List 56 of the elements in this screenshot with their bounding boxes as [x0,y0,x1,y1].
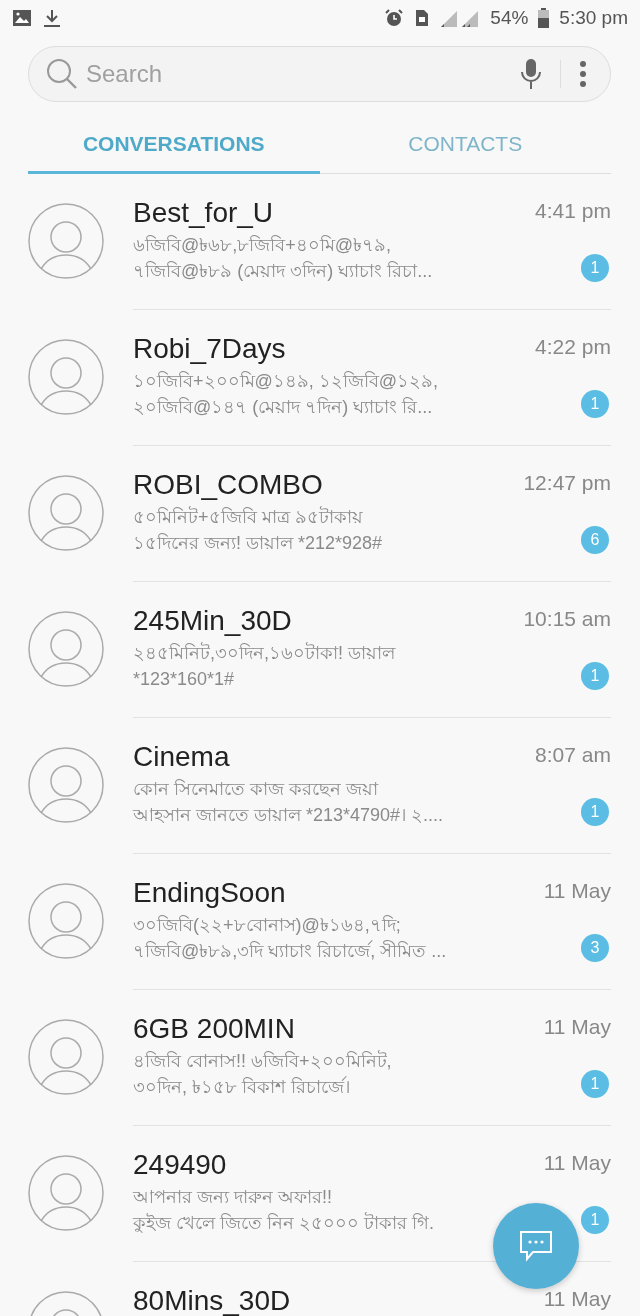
unread-count: 1 [581,1206,609,1234]
image-icon [12,9,32,27]
message-time: 11 May [543,878,611,904]
microphone-icon[interactable] [520,58,542,90]
contact-name: 6GB 200MIN [133,1012,296,1046]
unread-count: 1 [581,798,609,826]
tab[interactable]: CONTACTS [319,116,611,174]
contact-name: Robi_7Days [133,332,287,366]
unread-count: 6 [581,526,609,554]
unread-count: 1 [581,1070,609,1098]
battery-percentage: 54% [490,7,529,29]
message-preview: ৫০মিনিট+৫জিবি মাত্র ৯৫টাকায় ১৫দিনের জন্য! ডায়াল *212*928# [133,505,384,555]
message-preview: ৬জিবি@৳৬৮,৮জিবি+৪০মি@৳৭৯, ৭জিবি@৳৮৯ (মেয়াদ ৩দিন) ঘ্যাচাং রিচা... [133,234,434,283]
unread-count: 1 [581,662,609,690]
battery-icon [538,8,550,28]
contact-name: 245Min_30D [133,604,293,638]
message-time: 10:15 am [523,606,611,632]
contact-name: EndingSoon [133,876,287,910]
message-preview: আপনার জন্য দারুন অফার!! কুইজ খেলে জিতে নিন ২৫০০০ টাকার গি. [133,1186,435,1235]
sim-card-icon [414,8,431,28]
contact-name: 80Mins_30D [133,1284,292,1316]
tab[interactable]: CONVERSATIONS [28,116,320,174]
avatar-icon [28,1155,104,1231]
message-preview: ৩০জিবি(২২+৮বোনাস)@৳১৬৪,৭দি; ৭জিবি@৳৮৯,৩দি ঘ্যাচাং রিচার্জে, সীমিত ... [133,914,448,963]
contact-name: 249490 [133,1148,228,1182]
message-time: 8:07 am [535,742,611,768]
avatar-icon [28,1019,104,1095]
search-icon [46,58,78,90]
message-time: 11 May [543,1286,611,1312]
avatar-icon [28,747,104,823]
contact-name: Best_for_U [133,196,275,230]
unread-count: 3 [581,934,609,962]
more-options-icon[interactable] [579,60,587,88]
contact-name: ROBI_COMBO [133,468,324,502]
chat-bubble-icon [519,1229,553,1263]
message-preview: কোন সিনেমাতে কাজ করছেন জয়া আহসান জানতে ডায়াল *213*4790#। ২.... [133,778,445,827]
message-time: 4:41 pm [535,198,611,224]
avatar-icon [28,475,104,551]
download-icon [42,8,62,28]
avatar-icon [28,203,104,279]
search-field[interactable]: Search [28,46,611,102]
unread-count: 1 [581,390,609,418]
avatar-icon [28,883,104,959]
message-preview: ২৪৫মিনিট,৩০দিন,১৬০টাকা! ডায়াল *123*160*1# [133,641,397,691]
message-preview: ৪জিবি বোনাস!! ৬জিবি+২০০মিনিট, ৩০দিন, ৳১৫৮ বিকাশ রিচার্জে। [133,1049,393,1099]
message-preview: ১০জিবি+২০০মি@১৪৯, ১২জিবি@১২৯, ২০জিবি@১৪৭ (মেয়াদ ৭দিন) ঘ্যাচাং রি... [133,370,440,419]
avatar-icon [28,339,104,415]
message-time: 4:22 pm [535,334,611,360]
alarm-icon [384,8,405,28]
unread-count: 1 [581,254,609,282]
avatar-icon [28,611,104,687]
message-time: 11 May [543,1014,611,1040]
clock-time: 5:30 pm [559,7,628,29]
contact-name: Cinema [133,740,231,774]
message-time: 12:47 pm [523,470,611,496]
message-time: 11 May [543,1150,611,1176]
